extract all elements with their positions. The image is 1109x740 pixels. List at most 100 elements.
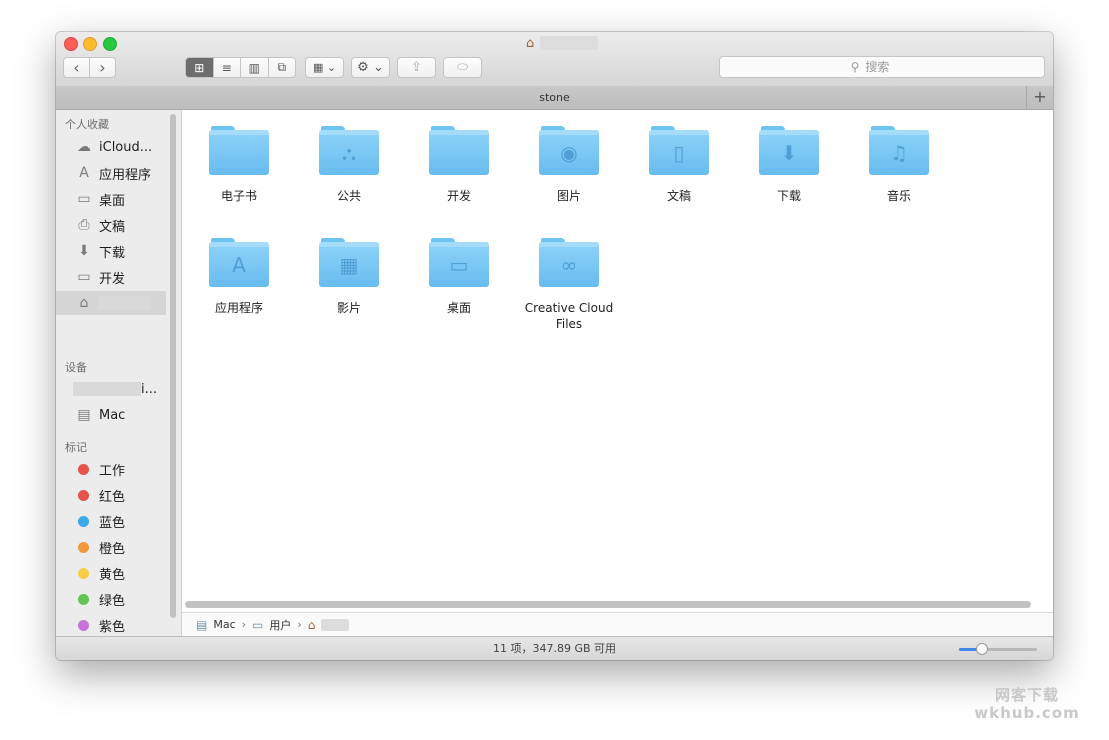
folder-develop[interactable]: 开发 [404, 126, 514, 204]
tag-dot-icon [78, 567, 89, 579]
hard-drive-icon: ▤ [77, 407, 91, 423]
tag-dot-icon [78, 489, 89, 501]
movies-folder-icon: ▦ [319, 238, 379, 288]
folder-icon [429, 126, 489, 176]
folder-ebooks[interactable]: 电子书 [184, 126, 294, 204]
minimize-button[interactable] [83, 37, 97, 51]
sidebar-item-desktop[interactable]: ▭ 桌面 [56, 187, 174, 211]
sidebar-item-device[interactable]: i... [56, 377, 174, 401]
window-title-redacted [540, 36, 599, 50]
path-segment-redacted[interactable] [321, 618, 350, 631]
title-toolbar: ⌂ ‹ › ⊞ ≡ ▥ ⧉ ▦ ⌄ ⚙ ⌄ ⇪ ⬭ ⚲ [56, 32, 1053, 87]
sidebar-tag-blue[interactable]: 蓝色 [56, 509, 174, 533]
sidebar-item-icloud[interactable]: ☁ iCloud... [56, 135, 174, 159]
sidebar-tag-work[interactable]: 工作 [56, 457, 174, 481]
camera-folder-icon: ◉ [539, 126, 599, 176]
file-label: 应用程序 [214, 301, 263, 315]
sidebar-item-redacted [73, 382, 141, 396]
icon-view-button[interactable]: ⊞ [186, 58, 213, 77]
sidebar-item-develop[interactable]: ▭ 开发 [56, 265, 174, 289]
file-grid: 电子书 ⛬ 公共 开发 ◉ 图片 ▯ 文稿 ⬇ 下载 ♫ 音乐 A 应用程序 ▦… [182, 110, 1053, 620]
file-label: 影片 [336, 301, 361, 315]
applications-folder-icon: A [209, 238, 269, 288]
sidebar-item-documents[interactable]: ⎙ 文稿 [56, 213, 174, 237]
folder-documents[interactable]: ▯ 文稿 [624, 126, 734, 204]
file-label: Creative Cloud Files [524, 301, 614, 331]
path-separator: › [297, 618, 302, 631]
sidebar-item-label: 工作 [99, 463, 126, 479]
path-segment-mac[interactable]: Mac [213, 618, 235, 631]
tab-stone[interactable]: stone [539, 91, 570, 104]
sidebar-item-label: i... [141, 381, 158, 397]
close-button[interactable] [64, 37, 78, 51]
file-label: 电子书 [220, 189, 257, 203]
file-label: 公共 [336, 189, 361, 203]
folder-downloads[interactable]: ⬇ 下载 [734, 126, 844, 204]
list-view-button[interactable]: ≡ [212, 58, 241, 77]
home-icon: ⌂ [307, 617, 316, 632]
tag-dot-icon [78, 541, 89, 553]
share-button[interactable]: ⇪ [397, 57, 436, 78]
edit-tags-button[interactable]: ⬭ [443, 57, 482, 78]
users-folder-icon: ▭ [252, 617, 264, 632]
sidebar-tag-green[interactable]: 绿色 [56, 587, 174, 611]
path-segment-users[interactable]: 用户 [269, 617, 291, 633]
sidebar-tag-orange[interactable]: 橙色 [56, 535, 174, 559]
icon-size-slider[interactable] [959, 643, 1037, 655]
new-tab-button[interactable]: + [1026, 86, 1053, 109]
search-input[interactable] [863, 59, 914, 75]
hard-drive-icon: ▤ [196, 617, 208, 632]
sidebar-item-label: 下载 [99, 245, 126, 261]
action-gear-button[interactable]: ⚙ ⌄ [351, 57, 390, 78]
sidebar-item-label: 橙色 [99, 541, 126, 557]
sidebar-item-downloads[interactable]: ⬇ 下载 [56, 239, 174, 263]
forward-button[interactable]: › [89, 58, 115, 77]
sidebar-item-label: 红色 [99, 489, 126, 505]
sidebar-scrollbar[interactable] [170, 114, 176, 618]
status-bar: 11 项，347.89 GB 可用 [56, 636, 1053, 660]
sidebar-tag-purple[interactable]: 紫色 [56, 613, 174, 637]
folder-applications[interactable]: A 应用程序 [184, 238, 294, 316]
tag-dot-icon [78, 515, 89, 527]
sidebar-item-home[interactable]: ⌂ [56, 291, 166, 315]
folder-pictures[interactable]: ◉ 图片 [514, 126, 624, 204]
search-field[interactable]: ⚲ [719, 56, 1045, 78]
back-button[interactable]: ‹ [64, 58, 89, 77]
column-view-button[interactable]: ▥ [240, 58, 268, 77]
zoom-button[interactable] [103, 37, 117, 51]
home-icon: ⌂ [79, 295, 89, 311]
horizontal-scrollbar[interactable] [185, 601, 1031, 608]
folder-icon [209, 126, 269, 176]
view-mode-group: ⊞ ≡ ▥ ⧉ [185, 57, 296, 78]
arrange-button[interactable]: ▦ ⌄ [305, 57, 344, 78]
public-folder-icon: ⛬ [319, 126, 379, 176]
sidebar-item-label: 文稿 [99, 219, 126, 235]
cover-flow-button[interactable]: ⧉ [267, 58, 296, 77]
sidebar-item-label: Mac [99, 407, 126, 423]
desktop-icon: ▭ [77, 191, 91, 207]
file-label: 图片 [556, 189, 581, 203]
watermark: 网客下载 wkhub.com [966, 686, 1088, 722]
sidebar-item-applications[interactable]: A 应用程序 [56, 161, 174, 185]
home-icon: ⌂ [526, 35, 535, 51]
sidebar-tag-yellow[interactable]: 黄色 [56, 561, 174, 585]
folder-desktop[interactable]: ▭ 桌面 [404, 238, 514, 316]
back-forward-group: ‹ › [63, 57, 116, 78]
sidebar-tag-red[interactable]: 红色 [56, 483, 174, 507]
folder-music[interactable]: ♫ 音乐 [844, 126, 954, 204]
tag-dot-icon [78, 593, 89, 605]
file-label: 音乐 [886, 189, 911, 203]
sidebar-item-label: 应用程序 [99, 167, 152, 183]
sidebar-item-mac[interactable]: ▤ Mac [56, 403, 174, 427]
slider-knob[interactable] [975, 643, 988, 655]
sidebar-item-label: 绿色 [99, 593, 126, 609]
sidebar-item-label: 紫色 [99, 619, 126, 635]
folder-public[interactable]: ⛬ 公共 [294, 126, 404, 204]
folder-creative-cloud[interactable]: ∞ Creative Cloud Files [514, 238, 624, 332]
sidebar: 个人收藏 ☁ iCloud... A 应用程序 ▭ 桌面 ⎙ 文稿 ⬇ 下载 ▭… [56, 110, 182, 660]
documents-icon: ⎙ [78, 217, 90, 233]
tab-bar: stone + [56, 86, 1053, 110]
folder-icon: ▭ [77, 269, 91, 285]
folder-movies[interactable]: ▦ 影片 [294, 238, 404, 316]
watermark-line2: wkhub.com [974, 704, 1080, 722]
